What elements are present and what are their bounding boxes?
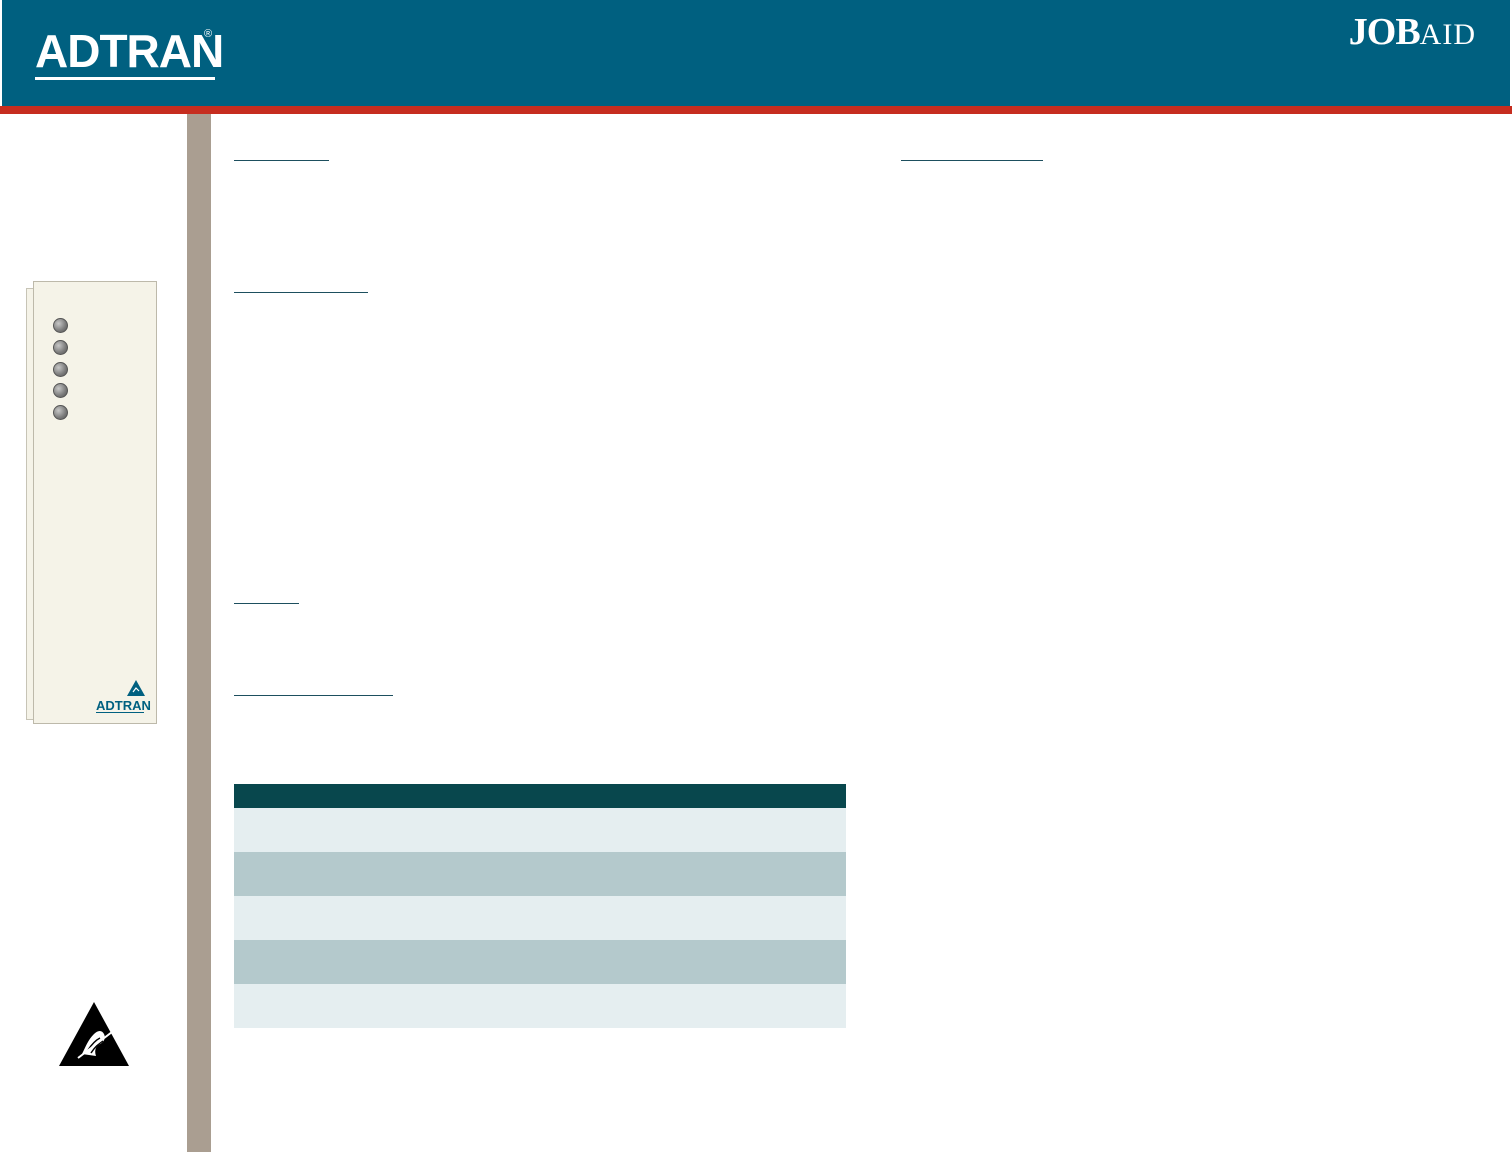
- card-logo: ADTRAN: [96, 698, 151, 713]
- led-indicator-icon: [53, 318, 68, 333]
- card-module-front: [33, 281, 157, 724]
- header-red-rule: [0, 106, 1512, 114]
- table-header: [234, 784, 846, 808]
- table-row: [234, 984, 846, 1028]
- esd-warning-icon: [59, 1002, 129, 1066]
- section-heading-underline: [234, 695, 393, 696]
- led-indicator-icon: [53, 383, 68, 398]
- esd-warning-icon: [127, 680, 145, 696]
- section-heading-underline: [234, 603, 299, 604]
- side-divider-bar: [187, 114, 211, 1152]
- card-logo-underline: [96, 712, 144, 713]
- job-aid-bold: JOB: [1348, 11, 1421, 53]
- info-table: [234, 784, 846, 1028]
- job-aid-rest: AID: [1419, 18, 1476, 51]
- led-indicator-icon: [53, 362, 68, 377]
- registered-mark: ®: [204, 28, 213, 40]
- table-row: [234, 852, 846, 896]
- logo-text: ADTRAN: [35, 25, 224, 77]
- header-band: ADTRAN ® JOBAID: [2, 0, 1510, 106]
- adtran-logo: ADTRAN: [35, 28, 224, 82]
- job-aid-page: ADTRAN ® JOBAID ADTRAN: [0, 0, 1512, 1152]
- section-heading-underline: [901, 160, 1043, 161]
- section-heading-underline: [234, 292, 368, 293]
- table-row: [234, 808, 846, 852]
- table-row: [234, 896, 846, 940]
- led-indicator-icon: [53, 340, 68, 355]
- table-row: [234, 940, 846, 984]
- logo-underline: [35, 77, 215, 80]
- job-aid-title: JOBAID: [1349, 10, 1476, 54]
- section-heading-underline: [234, 160, 329, 161]
- led-indicator-icon: [53, 405, 68, 420]
